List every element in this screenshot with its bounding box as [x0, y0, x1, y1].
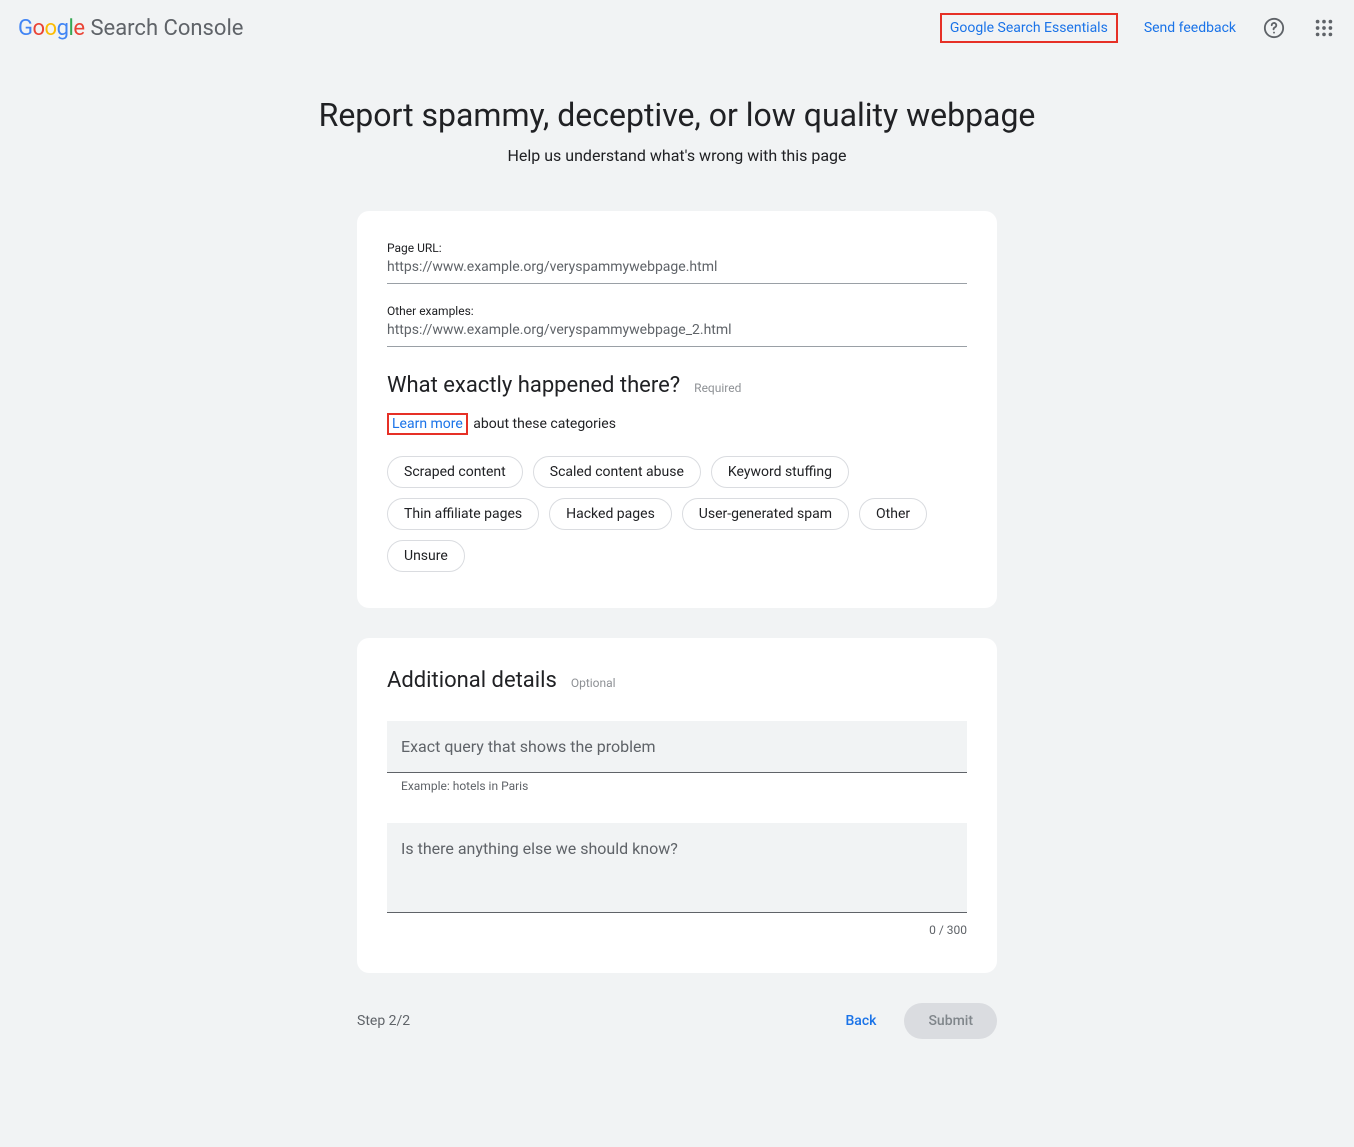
- send-feedback-link[interactable]: Send feedback: [1144, 20, 1236, 36]
- help-icon[interactable]: [1262, 16, 1286, 40]
- chip-keyword-stuffing[interactable]: Keyword stuffing: [711, 456, 849, 488]
- other-examples-value: https://www.example.org/veryspammywebpag…: [387, 322, 967, 344]
- divider: [387, 346, 967, 347]
- learn-more-row: Learn more about these categories: [387, 416, 967, 432]
- page-url-value: https://www.example.org/veryspammywebpag…: [387, 259, 967, 281]
- query-hint: Example: hotels in Paris: [387, 779, 967, 793]
- divider: [387, 283, 967, 284]
- back-button[interactable]: Back: [845, 1013, 876, 1029]
- category-chips: Scraped content Scaled content abuse Key…: [387, 456, 967, 572]
- chip-unsure[interactable]: Unsure: [387, 540, 465, 572]
- app-header: Google Search Console Google Search Esse…: [0, 0, 1354, 56]
- notes-textarea[interactable]: [387, 823, 967, 913]
- apps-icon[interactable]: [1312, 16, 1336, 40]
- char-counter: 0 / 300: [387, 923, 967, 937]
- learn-more-link[interactable]: Learn more: [387, 413, 468, 435]
- header-actions: Google Search Essentials Send feedback: [940, 13, 1336, 43]
- step-indicator: Step 2/2: [357, 1013, 410, 1029]
- optional-badge: Optional: [571, 676, 616, 690]
- chip-other[interactable]: Other: [859, 498, 927, 530]
- question-title: What exactly happened there?: [387, 373, 680, 398]
- learn-more-suffix: about these categories: [470, 416, 616, 432]
- chip-hacked-pages[interactable]: Hacked pages: [549, 498, 672, 530]
- page-subtitle: Help us understand what's wrong with thi…: [227, 146, 1127, 165]
- chip-user-generated-spam[interactable]: User-generated spam: [682, 498, 849, 530]
- search-essentials-link[interactable]: Google Search Essentials: [940, 13, 1118, 43]
- page-url-group: Page URL: https://www.example.org/verysp…: [387, 241, 967, 284]
- other-examples-label: Other examples:: [387, 304, 967, 322]
- additional-details-title: Additional details: [387, 668, 557, 693]
- page-title: Report spammy, deceptive, or low quality…: [227, 96, 1127, 134]
- product-name: Search Console: [90, 16, 243, 41]
- chip-scraped-content[interactable]: Scraped content: [387, 456, 523, 488]
- query-input[interactable]: [387, 721, 967, 773]
- report-card: Page URL: https://www.example.org/verysp…: [357, 211, 997, 608]
- google-logo: Google: [18, 16, 84, 41]
- additional-details-card: Additional details Optional Example: hot…: [357, 638, 997, 973]
- wizard-footer: Step 2/2 Back Submit: [357, 1003, 997, 1039]
- other-examples-group: Other examples: https://www.example.org/…: [387, 304, 967, 347]
- required-badge: Required: [694, 381, 741, 395]
- chip-thin-affiliate-pages[interactable]: Thin affiliate pages: [387, 498, 539, 530]
- chip-scaled-content-abuse[interactable]: Scaled content abuse: [533, 456, 701, 488]
- page-url-label: Page URL:: [387, 241, 967, 259]
- logo-area: Google Search Console: [18, 16, 243, 41]
- submit-button[interactable]: Submit: [904, 1003, 997, 1039]
